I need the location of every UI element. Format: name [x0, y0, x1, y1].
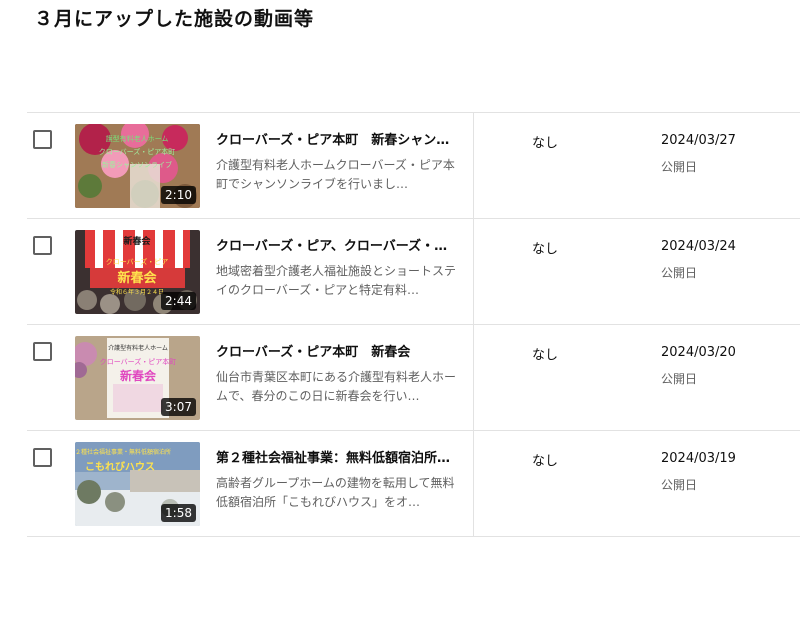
publish-date-label: 公開日 — [661, 160, 698, 174]
publish-date-label: 公開日 — [661, 266, 698, 280]
video-thumbnail[interactable]: 新春会 クローバーズ・ピア 新春会 令和６年３月２４日 2:44 — [75, 230, 200, 314]
video-description: 地域密着型介護老人福祉施設とショートステイのクローバーズ・ピアと特定有料… — [216, 264, 457, 297]
page-title: ３月にアップした施設の動画等 — [34, 8, 315, 30]
duration-badge: 1:58 — [161, 504, 196, 522]
thumb-text: 新春会 — [117, 270, 157, 286]
table-row[interactable]: 介護型有料老人ホーム クローバーズ・ピア本町 新春会 3:07 クローバーズ・ピ… — [27, 325, 800, 431]
video-thumbnail[interactable]: 護型有料老人ホーム クローバーズ・ピア本町 新春シャンソンライブ 2:10 — [75, 124, 200, 208]
restriction-value: なし — [532, 348, 559, 363]
column-divider — [473, 113, 474, 218]
publish-date: 2024/03/27 — [661, 133, 736, 148]
thumb-text: クローバーズ・ピア本町 — [99, 147, 176, 156]
thumb-text: 護型有料老人ホーム — [106, 134, 169, 143]
restriction-value: なし — [532, 136, 559, 151]
thumb-text: 介護型有料老人ホーム — [108, 344, 168, 352]
video-thumbnail[interactable]: 介護型有料老人ホーム クローバーズ・ピア本町 新春会 3:07 — [75, 336, 200, 420]
video-title[interactable]: クローバーズ・ピア、クローバーズ・… — [216, 238, 466, 256]
publish-date-label: 公開日 — [661, 372, 698, 386]
video-description: 高齢者グループホームの建物を転用して無料低額宿泊所「こもれびハウス」をオ… — [216, 476, 455, 509]
video-description: 仙台市青葉区本町にある介護型有料老人ホームで、春分のこの日に新春会を行い… — [216, 370, 457, 403]
row-checkbox[interactable] — [33, 448, 52, 467]
thumb-text: クローバーズ・ピア本町 — [100, 357, 177, 366]
column-divider — [473, 325, 474, 430]
thumb-text: 新春会 — [123, 235, 151, 247]
restriction-value: なし — [532, 242, 559, 257]
video-title[interactable]: クローバーズ・ピア本町 新春シャン… — [216, 132, 466, 150]
video-info: クローバーズ・ピア本町 新春シャン… 介護型有料老人ホームクローバーズ・ピア本町… — [216, 132, 466, 194]
publish-date: 2024/03/20 — [661, 345, 736, 360]
table-row[interactable]: 新春会 クローバーズ・ピア 新春会 令和６年３月２４日 2:44 クローバーズ・… — [27, 219, 800, 325]
video-table: 護型有料老人ホーム クローバーズ・ピア本町 新春シャンソンライブ 2:10 クロ… — [27, 112, 800, 537]
row-checkbox[interactable] — [33, 342, 52, 361]
page: ３月にアップした施設の動画等 護型有料老人ホーム クローバーズ・ピア本町 新春シ… — [0, 0, 800, 619]
thumb-text: 新春会 — [120, 368, 157, 383]
publish-date: 2024/03/24 — [661, 239, 736, 254]
row-checkbox[interactable] — [33, 130, 52, 149]
restriction-value: なし — [532, 454, 559, 469]
duration-badge: 2:44 — [161, 292, 196, 310]
column-divider — [473, 219, 474, 324]
video-title[interactable]: クローバーズ・ピア本町 新春会 — [216, 344, 466, 362]
video-title[interactable]: 第２種社会福祉事業：無料低額宿泊所… — [216, 450, 466, 468]
thumb-text: 新春シャンソンライブ — [102, 160, 172, 169]
video-thumbnail[interactable]: 第２種社会福祉事業・無料低額宿泊所 こもれびハウス 1:58 — [75, 442, 200, 526]
thumb-text: クローバーズ・ピア — [106, 257, 169, 266]
publish-date-label: 公開日 — [661, 478, 698, 492]
column-divider — [473, 431, 474, 536]
table-row[interactable]: 第２種社会福祉事業・無料低額宿泊所 こもれびハウス 1:58 第２種社会福祉事業… — [27, 431, 800, 537]
table-row[interactable]: 護型有料老人ホーム クローバーズ・ピア本町 新春シャンソンライブ 2:10 クロ… — [27, 113, 800, 219]
video-description: 介護型有料老人ホームクローバーズ・ピア本町でシャンソンライブを行いまし… — [216, 158, 455, 191]
video-info: クローバーズ・ピア、クローバーズ・… 地域密着型介護老人福祉施設とショートステイ… — [216, 238, 466, 300]
thumb-text: 第２種社会福祉事業・無料低額宿泊所 — [75, 448, 171, 456]
row-checkbox[interactable] — [33, 236, 52, 255]
duration-badge: 2:10 — [161, 186, 196, 204]
video-info: 第２種社会福祉事業：無料低額宿泊所… 高齢者グループホームの建物を転用して無料低… — [216, 450, 466, 512]
thumb-text: 令和６年３月２４日 — [110, 288, 164, 296]
publish-date: 2024/03/19 — [661, 451, 736, 466]
thumb-text: こもれびハウス — [85, 460, 155, 473]
duration-badge: 3:07 — [161, 398, 196, 416]
video-info: クローバーズ・ピア本町 新春会 仙台市青葉区本町にある介護型有料老人ホームで、春… — [216, 344, 466, 406]
